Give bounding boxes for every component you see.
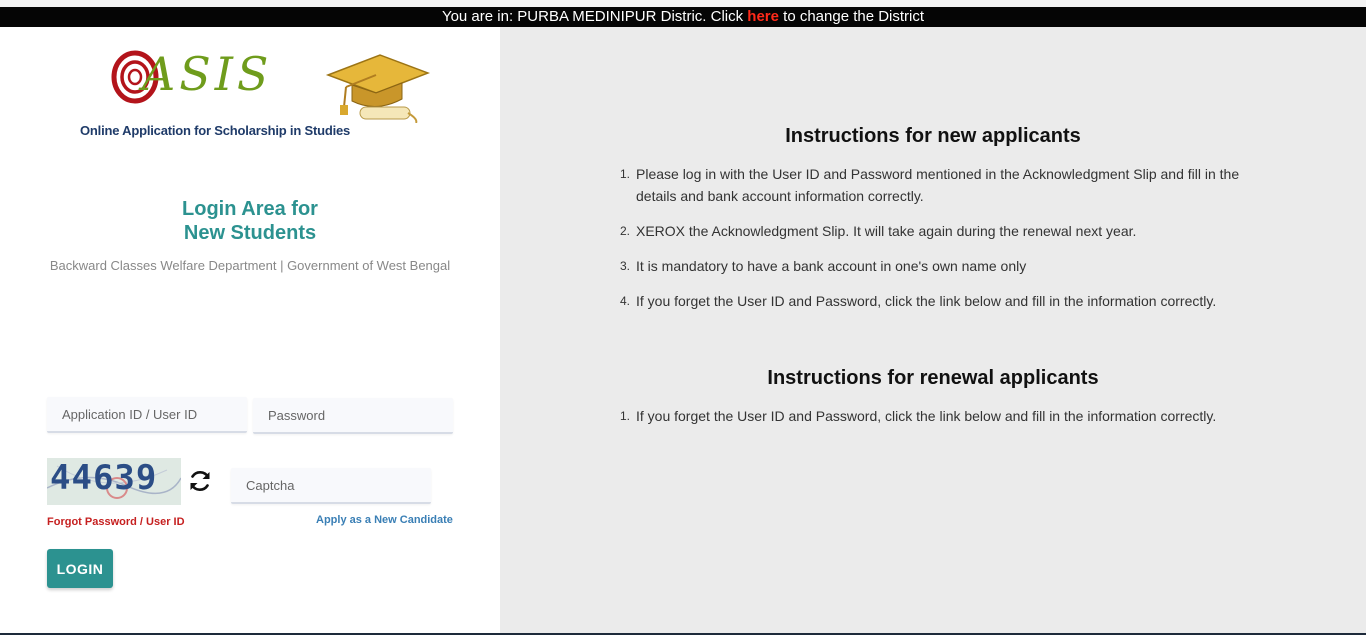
- change-district-link[interactable]: here: [747, 8, 779, 25]
- list-item-number: 3.: [620, 259, 631, 273]
- list-item-text: Please log in with the User ID and Passw…: [636, 166, 1240, 204]
- list-item: 3. It is mandatory to have a bank account…: [620, 255, 1240, 277]
- captcha-input[interactable]: [231, 468, 431, 504]
- apply-new-candidate-link[interactable]: Apply as a New Candidate: [316, 514, 453, 526]
- list-item-text: If you forget the User ID and Password, …: [636, 293, 1217, 309]
- new-applicants-list: 1. Please log in with the User ID and Pas…: [620, 163, 1240, 325]
- login-title: Login Area for New Students: [150, 197, 350, 245]
- list-item: 2. XEROX the Acknowledgment Slip. It will…: [620, 220, 1240, 242]
- forgot-password-link[interactable]: Forgot Password / User ID: [47, 516, 185, 528]
- list-item-text: If you forget the User ID and Password, …: [636, 408, 1217, 424]
- list-item-number: 1.: [620, 409, 631, 423]
- captcha-text: 44639: [50, 458, 158, 498]
- password-input[interactable]: [253, 398, 453, 434]
- refresh-icon[interactable]: [188, 469, 212, 493]
- list-item-text: It is mandatory to have a bank account i…: [636, 258, 1027, 274]
- login-title-line2: New Students: [183, 222, 317, 244]
- list-item-number: 4.: [620, 294, 631, 308]
- banner-suffix: to change the District: [778, 8, 925, 25]
- login-title-line1: Login Area for: [182, 198, 318, 220]
- oasis-logo: ASIS Online Application for Scholarship …: [80, 47, 430, 147]
- district-banner: You are in: PURBA MEDINIPUR Distric. Cli…: [0, 7, 1366, 27]
- logo-tagline: Online Application for Scholarship in St…: [80, 123, 351, 138]
- renewal-applicants-heading: Instructions for renewal applicants: [767, 367, 1099, 389]
- userid-input[interactable]: [47, 397, 247, 433]
- list-item: 1. Please log in with the User ID and Pas…: [620, 163, 1240, 207]
- graduation-cap-icon: [325, 54, 430, 123]
- logo-wordmark: ASIS: [142, 47, 273, 101]
- top-strip: [0, 0, 1366, 7]
- list-item: 4. If you forget the User ID and Password…: [620, 290, 1240, 312]
- list-item-number: 2.: [620, 224, 631, 238]
- banner-prefix: You are in: PURBA MEDINIPUR Distric. Cli…: [441, 8, 748, 25]
- instructions-panel: Instructions for new applicants 1. Please…: [500, 27, 1366, 633]
- list-item-number: 1.: [620, 167, 631, 181]
- new-applicants-heading: Instructions for new applicants: [785, 125, 1081, 147]
- department-subtitle: Backward Classes Welfare Department | Go…: [49, 258, 451, 273]
- captcha-image: 44639: [47, 458, 181, 505]
- login-panel: ASIS Online Application for Scholarship …: [0, 27, 500, 633]
- list-item-text: XEROX the Acknowledgment Slip. It will t…: [636, 223, 1137, 239]
- renewal-applicants-list: 1. If you forget the User ID and Password…: [620, 405, 1240, 440]
- login-button[interactable]: LOGIN: [47, 549, 113, 588]
- list-item: 1. If you forget the User ID and Password…: [620, 405, 1240, 427]
